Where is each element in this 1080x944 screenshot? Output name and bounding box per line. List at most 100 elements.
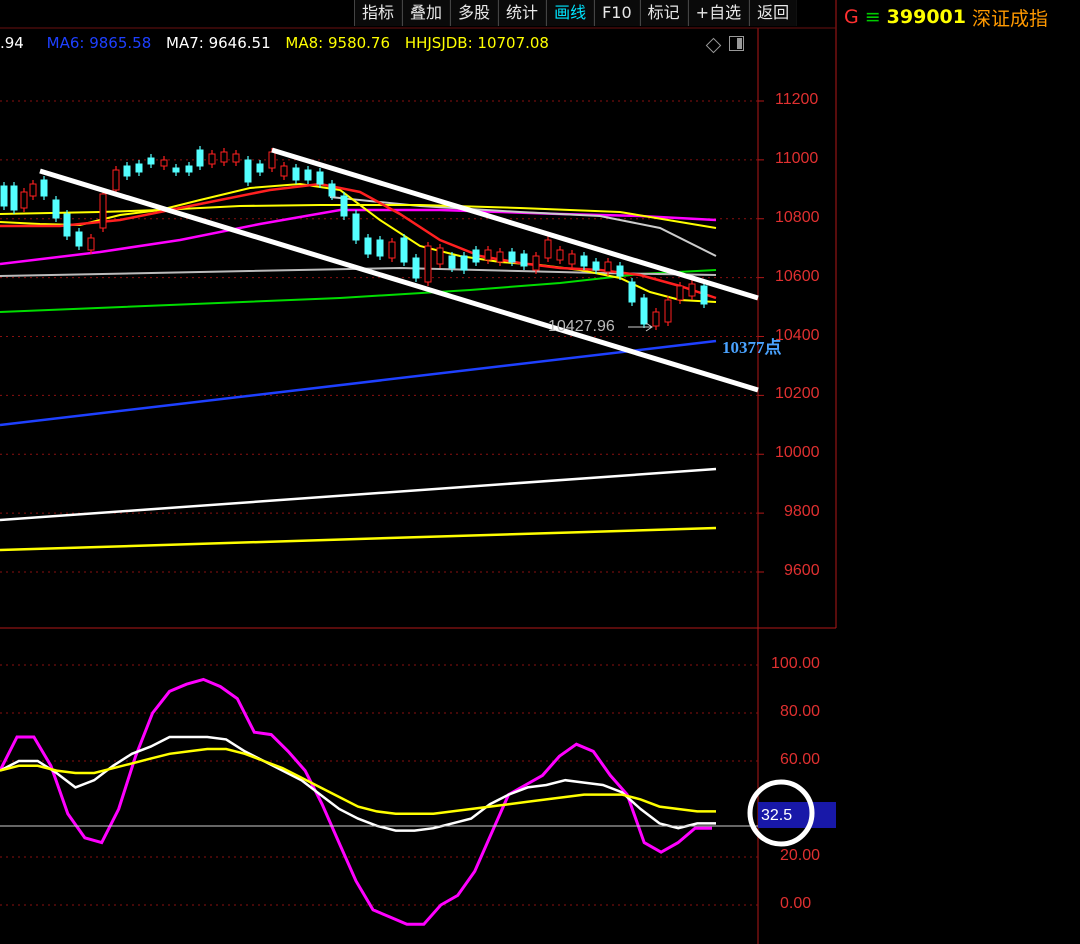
stock-name: 深证成指 [971,7,1048,30]
candle-body [232,153,240,163]
candle-body [292,167,300,181]
channel-upper-line [271,147,759,301]
candle-body [616,265,624,277]
legend-ma8: MA8: 9580.76 [285,34,391,52]
red-ma-line [0,182,717,300]
draw-line-button[interactable]: 画线 [546,0,595,26]
panel-icons [705,36,744,54]
candle-body [652,311,660,327]
legend-first: .94 [0,34,24,52]
candle-body [448,255,456,269]
panel-toggle-icon[interactable] [729,36,744,51]
price-tick-label: 11000 [775,149,819,167]
candle-body [604,261,612,273]
candle-body [112,169,120,191]
candle-body [532,255,540,271]
candle-body [364,237,372,255]
candle-body [496,251,504,263]
candle-body [10,185,18,211]
osc-series-1 [0,677,712,926]
candle-body [172,167,180,173]
ma6-line [0,339,717,427]
candle-body [520,253,528,267]
candle-body [220,151,228,163]
candle-body [508,251,516,263]
stock-code: 399001 [886,6,966,28]
price-tick-label: 10400 [775,326,820,344]
candle-body [412,257,420,279]
candle-body [688,283,696,297]
candle-body [87,237,95,251]
diamond-icon[interactable] [705,37,722,54]
candle-body [208,153,216,165]
candle-body [29,183,37,197]
candle-body [40,179,48,197]
candle-body [436,247,444,265]
candle-body [244,159,252,183]
candle-body [352,213,360,241]
candle-body [484,249,492,261]
candle-body [52,199,60,219]
legend-hhjsjdb: HHJSJDB: 10707.08 [404,34,549,52]
price-tick-label: 9600 [784,562,820,579]
candle-body [316,171,324,185]
g-label[interactable]: G [844,6,859,28]
f10-button[interactable]: F10 [594,0,640,26]
candle-body [20,191,28,209]
candle-body [328,183,336,197]
candle-body [340,195,348,217]
oscillator-lines [0,677,716,926]
ma7-long-line [0,467,717,522]
mark-button[interactable]: 标记 [639,0,688,26]
candle-body [135,163,143,173]
price-tick-label: 10600 [775,267,820,285]
low-price-annotation: 10427.96 [548,318,615,335]
price-tick-label: 11200 [775,91,819,108]
back-button[interactable]: 返回 [749,0,798,26]
ma8-long-line [0,526,717,552]
overlay-button[interactable]: 叠加 [402,0,451,26]
legend-ma6: MA6: 9865.58 [46,34,152,52]
candle-body [676,285,684,301]
ma-legend: .94 MA6: 9865.58 MA7: 9646.51 MA8: 9580.… [0,34,559,52]
candle-body [460,255,468,271]
osc-series-3 [0,747,716,816]
add-favorite-button[interactable]: +自选 [687,0,750,26]
candle-body [0,185,8,207]
price-tick-label: 10800 [775,208,820,226]
indicator-button[interactable]: 指标 [354,0,403,26]
candle-body [640,297,648,325]
legend-ma7: MA7: 9646.51 [166,34,271,52]
price-tick-label: 10200 [775,385,820,403]
osc-tick-label: 80.00 [780,703,821,720]
candle-body [580,255,588,267]
stock-chart[interactable]: 32.5 [0,0,1080,944]
current-value-label: 32.5 [761,807,792,824]
osc-tick-label: 0.00 [780,895,812,912]
candle-body [160,159,168,167]
price-tick-label: 10000 [775,444,820,462]
candle-body [304,169,312,181]
candle-body [424,245,432,283]
yellow-short-line [0,182,717,303]
candle-body [376,239,384,257]
osc-series-2 [0,735,716,832]
candle-body [256,163,264,173]
toolbar: 指标 叠加 多股 统计 画线 F10 标记 +自选 返回 [354,0,798,28]
candle-body [63,213,71,237]
candle-body [556,249,564,261]
candle-body [544,239,552,259]
candle-body [472,249,480,263]
candle-body [628,281,636,303]
osc-tick-label: 20.00 [780,847,821,864]
candle-body [99,193,107,229]
candle-body [280,165,288,177]
statistics-button[interactable]: 统计 [498,0,547,26]
multi-stock-button[interactable]: 多股 [450,0,499,26]
candle-body [185,165,193,173]
hamburger-icon[interactable]: ≡ [865,6,881,28]
candle-body [196,149,204,167]
candle-body [388,241,396,259]
price-tick-label: 9800 [784,503,820,521]
candle-body [147,157,155,165]
